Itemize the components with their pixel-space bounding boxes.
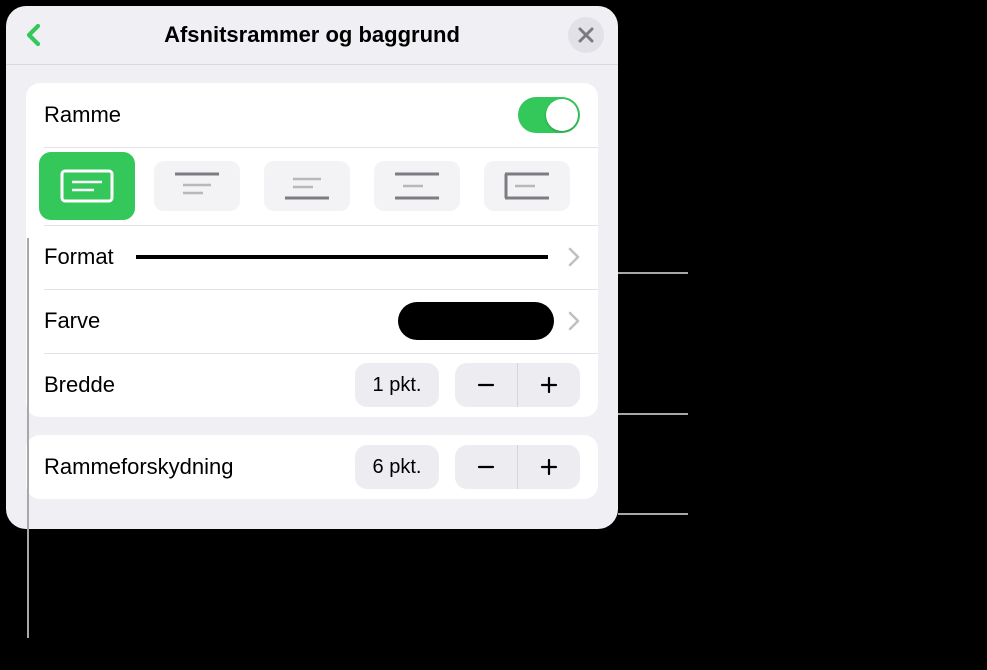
toggle-knob — [546, 99, 578, 131]
farve-label: Farve — [44, 308, 100, 334]
border-type-row — [26, 147, 598, 225]
back-button[interactable] — [20, 21, 48, 49]
offset-value[interactable]: 6 pkt. — [355, 445, 439, 489]
minus-icon — [476, 375, 496, 395]
border-settings-group: Ramme — [26, 83, 598, 417]
bredde-minus-button[interactable] — [455, 363, 517, 407]
paragraph-borders-panel: Afsnitsrammer og baggrund Ramme — [6, 6, 618, 529]
border-type-list — [26, 147, 588, 225]
panel-title: Afsnitsrammer og baggrund — [164, 22, 460, 48]
offset-plus-button[interactable] — [517, 445, 580, 489]
callout-line — [618, 513, 688, 515]
border-type-box[interactable] — [39, 152, 135, 220]
callout-line — [27, 238, 29, 638]
ramme-toggle[interactable] — [518, 97, 580, 133]
offset-label: Rammeforskydning — [44, 454, 234, 480]
bredde-value[interactable]: 1 pkt. — [355, 363, 439, 407]
border-type-left[interactable] — [484, 161, 570, 211]
offset-group: Rammeforskydning 6 pkt. — [26, 435, 598, 499]
plus-icon — [539, 457, 559, 477]
callout-line — [618, 413, 688, 415]
bredde-stepper: 1 pkt. — [355, 363, 580, 407]
close-button[interactable] — [568, 17, 604, 53]
offset-row: Rammeforskydning 6 pkt. — [26, 435, 598, 499]
chevron-left-icon — [25, 23, 43, 47]
color-swatch — [398, 302, 554, 340]
chevron-right-icon — [568, 311, 580, 331]
bredde-plus-button[interactable] — [517, 363, 580, 407]
border-top-icon — [173, 171, 221, 201]
minus-icon — [476, 457, 496, 477]
border-type-top[interactable] — [154, 161, 240, 211]
plus-icon — [539, 375, 559, 395]
offset-stepper: 6 pkt. — [355, 445, 580, 489]
border-type-top-bottom[interactable] — [374, 161, 460, 211]
bredde-label: Bredde — [44, 372, 115, 398]
bredde-row: Bredde 1 pkt. — [26, 353, 598, 417]
line-style-preview — [136, 255, 548, 259]
border-type-bottom[interactable] — [264, 161, 350, 211]
bredde-stepper-buttons — [455, 363, 580, 407]
format-label: Format — [44, 244, 114, 270]
offset-stepper-buttons — [455, 445, 580, 489]
border-bottom-icon — [283, 171, 331, 201]
format-row[interactable]: Format — [26, 225, 598, 289]
callout-line — [618, 272, 688, 274]
border-top-bottom-icon — [393, 171, 441, 201]
panel-header: Afsnitsrammer og baggrund — [6, 6, 618, 65]
chevron-right-icon — [568, 247, 580, 267]
farve-row[interactable]: Farve — [26, 289, 598, 353]
border-left-icon — [503, 171, 551, 201]
close-icon — [578, 27, 594, 43]
border-box-icon — [60, 169, 114, 203]
offset-minus-button[interactable] — [455, 445, 517, 489]
ramme-row: Ramme — [26, 83, 598, 147]
ramme-label: Ramme — [44, 102, 121, 128]
